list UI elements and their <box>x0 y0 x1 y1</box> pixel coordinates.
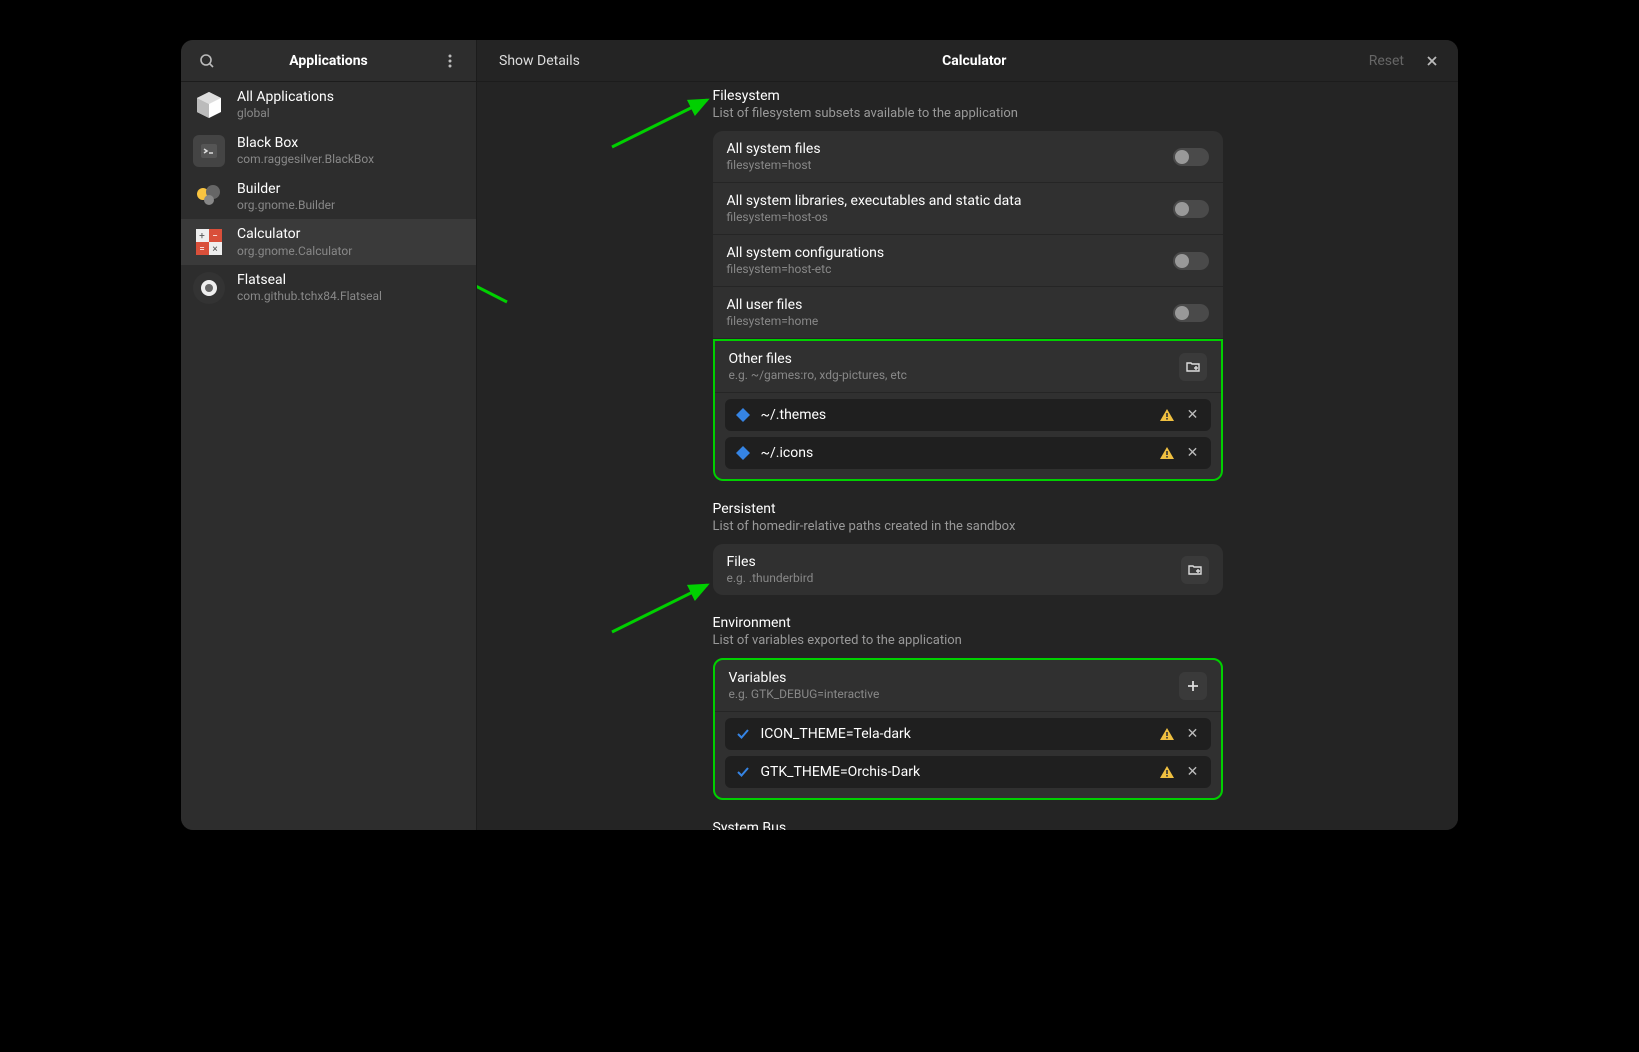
section-title-filesystem: Filesystem <box>713 88 1223 104</box>
app-name: All Applications <box>237 88 334 106</box>
annotation-arrow <box>607 577 717 637</box>
check-icon <box>735 764 751 780</box>
app-id: com.raggesilver.BlackBox <box>237 152 374 168</box>
sidebar-item-blackbox[interactable]: Black Boxcom.raggesilver.BlackBox <box>181 128 476 174</box>
remove-entry-button[interactable]: ✕ <box>1185 764 1201 780</box>
terminal-icon <box>193 135 225 167</box>
toggle-host-os[interactable] <box>1173 200 1209 218</box>
sidebar-item-builder[interactable]: Builderorg.gnome.Builder <box>181 174 476 220</box>
remove-entry-button[interactable]: ✕ <box>1185 445 1201 461</box>
persistent-card: Filese.g. .thunderbird <box>713 544 1223 595</box>
warning-icon <box>1159 445 1175 461</box>
add-variable-button[interactable] <box>1179 672 1207 700</box>
svg-text:=: = <box>199 244 205 255</box>
toggle-row: All user filesfilesystem=home <box>713 287 1223 339</box>
section-title-environment: Environment <box>713 615 1223 631</box>
app-id: global <box>237 106 334 122</box>
path-entry[interactable]: ~/.icons ✕ <box>725 437 1211 469</box>
toggle-row: All system libraries, executables and st… <box>713 183 1223 235</box>
annotation-arrow <box>607 92 717 152</box>
app-id: com.github.tchx84.Flatseal <box>237 289 382 305</box>
warning-icon <box>1159 726 1175 742</box>
sidebar-header: Applications <box>181 40 476 82</box>
toggle-all-system-files[interactable] <box>1173 148 1209 166</box>
app-id: org.gnome.Builder <box>237 198 335 214</box>
toggle-row: All system filesfilesystem=host <box>713 131 1223 183</box>
box-icon <box>193 89 225 121</box>
main-header: Show Details Calculator Reset <box>477 40 1458 82</box>
section-desc: List of filesystem subsets available to … <box>713 106 1223 121</box>
filesystem-card: All system filesfilesystem=host All syst… <box>713 131 1223 481</box>
sidebar-title: Applications <box>223 53 434 69</box>
add-folder-button[interactable] <box>1181 556 1209 584</box>
close-icon[interactable] <box>1416 45 1448 77</box>
sidebar-item-flatseal[interactable]: Flatsealcom.github.tchx84.Flatseal <box>181 265 476 311</box>
section-desc: List of variables exported to the applic… <box>713 633 1223 648</box>
calculator-icon: +−= × <box>193 226 225 258</box>
toggle-row: All system configurationsfilesystem=host… <box>713 235 1223 287</box>
app-id: org.gnome.Calculator <box>237 244 352 260</box>
app-name: Flatseal <box>237 271 382 289</box>
search-icon[interactable] <box>191 45 223 77</box>
section-title-systembus: System Bus <box>713 820 1223 830</box>
path-entry[interactable]: ~/.themes ✕ <box>725 399 1211 431</box>
remove-entry-button[interactable]: ✕ <box>1185 726 1201 742</box>
highlighted-other-files: Other filese.g. ~/games:ro, xdg-pictures… <box>713 339 1223 481</box>
app-name: Builder <box>237 180 335 198</box>
reset-button[interactable]: Reset <box>1357 47 1416 75</box>
section-desc: List of homedir-relative paths created i… <box>713 519 1223 534</box>
annotation-arrow <box>477 247 517 307</box>
app-list: All Applicationsglobal Black Boxcom.ragg… <box>181 82 476 830</box>
other-files-header: Other filese.g. ~/games:ro, xdg-pictures… <box>715 341 1221 393</box>
check-icon <box>735 726 751 742</box>
page-title: Calculator <box>592 53 1357 69</box>
warning-icon <box>1159 407 1175 423</box>
diamond-icon <box>735 407 751 423</box>
main-content[interactable]: Filesystem List of filesystem subsets av… <box>477 82 1458 830</box>
sidebar: Applications All Applicationsglobal Blac… <box>181 40 477 830</box>
menu-icon[interactable] <box>434 45 466 77</box>
svg-text:+: + <box>199 231 205 242</box>
sidebar-item-all-applications[interactable]: All Applicationsglobal <box>181 82 476 128</box>
app-name: Black Box <box>237 134 374 152</box>
toggle-host-etc[interactable] <box>1173 252 1209 270</box>
section-title-persistent: Persistent <box>713 501 1223 517</box>
svg-text:×: × <box>212 244 217 255</box>
sidebar-item-calculator[interactable]: +−= × Calculatororg.gnome.Calculator <box>181 219 476 265</box>
variables-header: Variablese.g. GTK_DEBUG=interactive <box>715 660 1221 712</box>
show-details-button[interactable]: Show Details <box>487 47 592 75</box>
builder-icon <box>193 180 225 212</box>
variables-card: Variablese.g. GTK_DEBUG=interactive ICON… <box>713 658 1223 800</box>
diamond-icon <box>735 445 751 461</box>
app-window: Applications All Applicationsglobal Blac… <box>181 40 1458 830</box>
add-folder-button[interactable] <box>1179 353 1207 381</box>
variable-entry[interactable]: ICON_THEME=Tela-dark ✕ <box>725 718 1211 750</box>
warning-icon <box>1159 764 1175 780</box>
seal-icon <box>193 272 225 304</box>
svg-text:−: − <box>212 231 218 242</box>
files-row: Filese.g. .thunderbird <box>713 544 1223 595</box>
toggle-home[interactable] <box>1173 304 1209 322</box>
app-name: Calculator <box>237 225 352 243</box>
remove-entry-button[interactable]: ✕ <box>1185 407 1201 423</box>
variable-entry[interactable]: GTK_THEME=Orchis-Dark ✕ <box>725 756 1211 788</box>
main-panel: Show Details Calculator Reset <box>477 40 1458 830</box>
